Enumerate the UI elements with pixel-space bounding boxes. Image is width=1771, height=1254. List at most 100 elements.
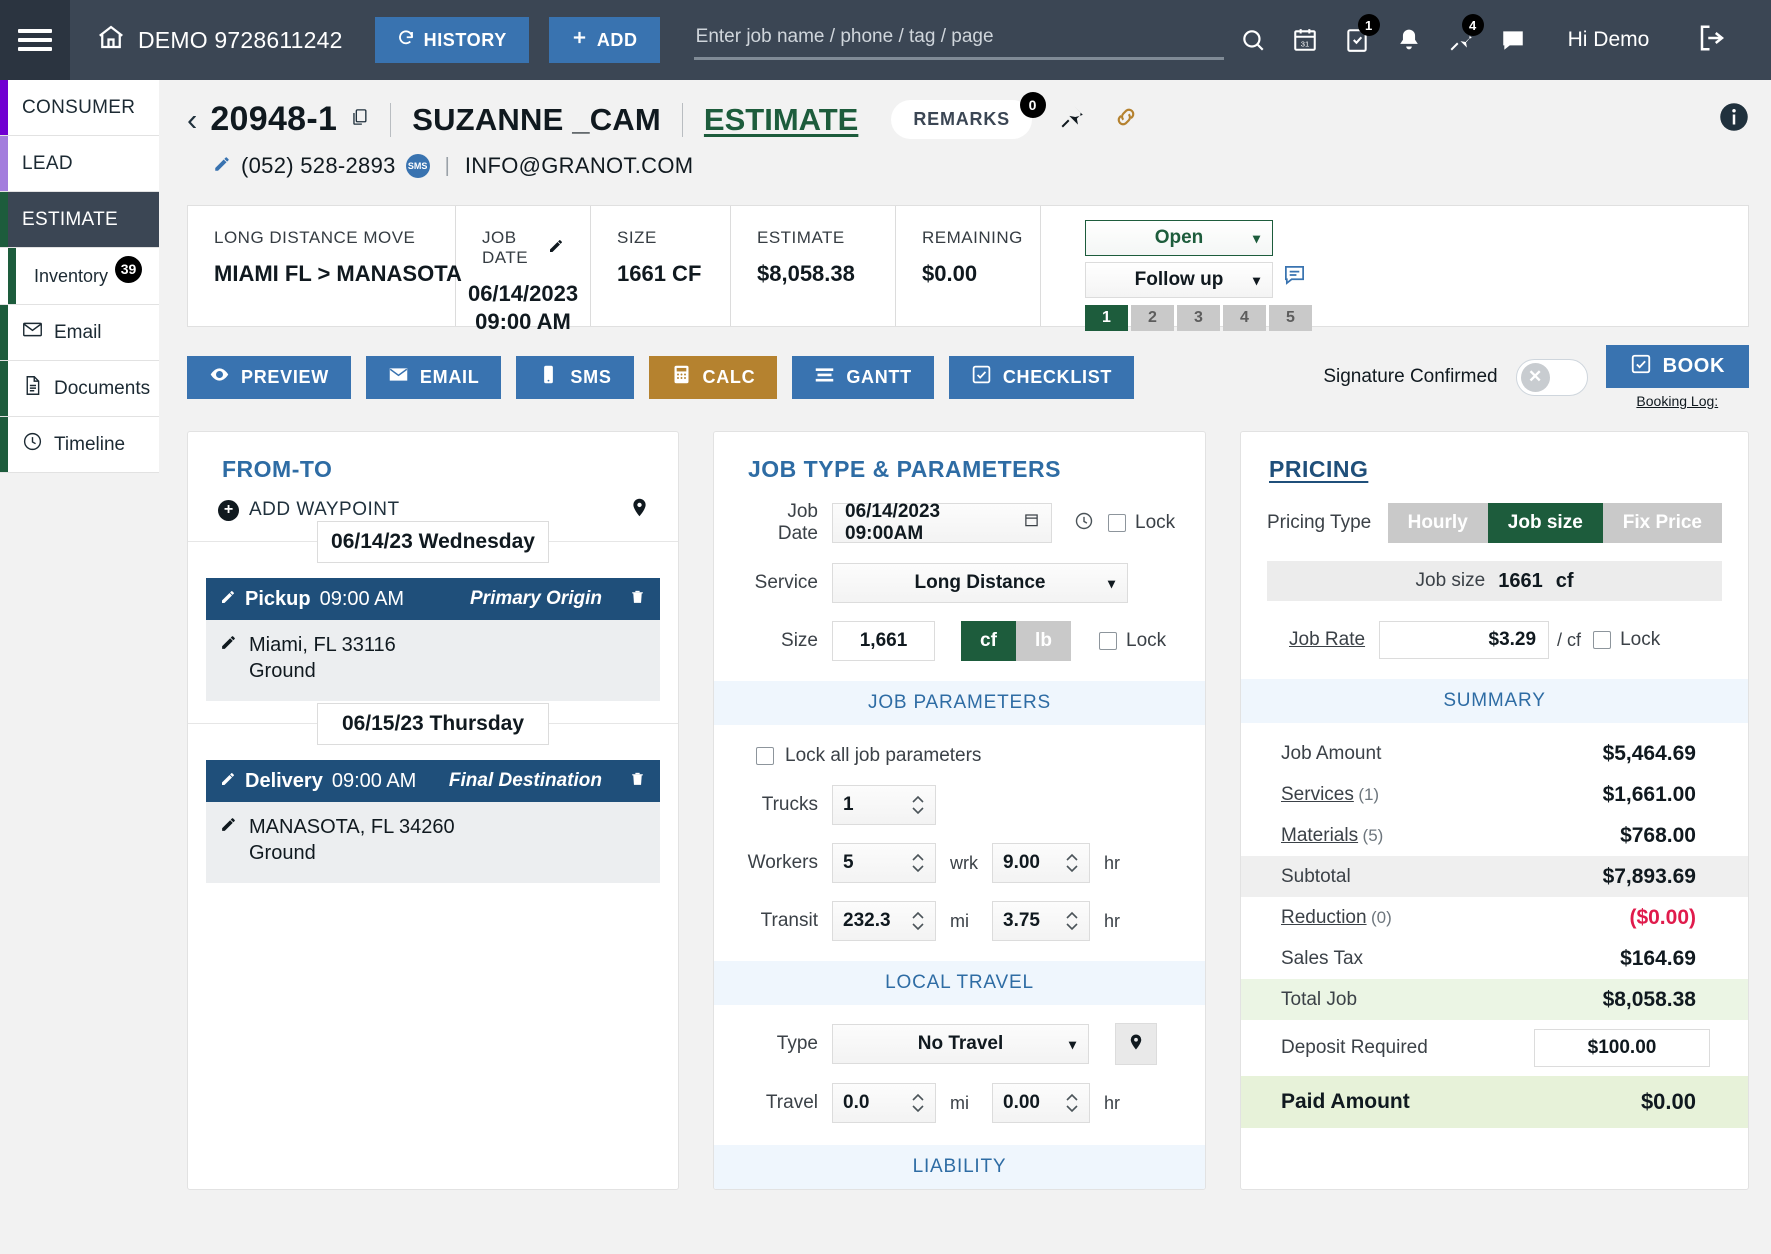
travel-label: Travel (765, 1092, 818, 1113)
stage-step-1[interactable]: 1 (1085, 305, 1128, 331)
job-rate-lock[interactable]: Lock (1593, 629, 1660, 651)
sidebar-item-consumer[interactable]: CONSUMER (0, 80, 159, 136)
stepper-arrows-icon[interactable] (1065, 1093, 1079, 1113)
unit-lb-button[interactable]: lb (1016, 621, 1071, 661)
calc-button[interactable]: CALC (648, 355, 778, 399)
stepper-arrows-icon[interactable] (1065, 853, 1079, 873)
status-select[interactable]: Open ▾ (1085, 220, 1273, 256)
clock-icon[interactable] (1074, 511, 1094, 536)
panels-row: FROM-TO + ADD WAYPOINT 06/14/23 Wednesda… (187, 431, 1749, 1190)
trucks-stepper[interactable]: 1 (832, 785, 936, 825)
tasks-icon[interactable]: 1 (1342, 14, 1380, 56)
edit-pencil-icon[interactable] (548, 238, 564, 259)
travel-miles-stepper[interactable]: 0.0 (832, 1083, 936, 1123)
job-rate-input[interactable]: $3.29 (1379, 621, 1550, 659)
stage-step-5[interactable]: 5 (1269, 305, 1312, 331)
stepper-arrows-icon[interactable] (911, 853, 925, 873)
tasks-badge: 1 (1357, 14, 1380, 36)
back-chevron-icon[interactable]: ‹ (187, 104, 197, 135)
link-icon[interactable] (1112, 104, 1140, 135)
unit-cf-button[interactable]: cf (961, 621, 1016, 661)
sidebar-item-timeline[interactable]: Timeline (0, 417, 159, 473)
stage-step-4[interactable]: 4 (1223, 305, 1266, 331)
stepper-arrows-icon[interactable] (911, 1093, 925, 1113)
travel-type-select[interactable]: No Travel ▾ (832, 1024, 1089, 1064)
add-waypoint-label[interactable]: ADD WAYPOINT (249, 499, 400, 521)
pricing-type-hourly[interactable]: Hourly (1387, 503, 1488, 543)
sms-chip-icon[interactable]: SMS (405, 154, 430, 178)
edit-pencil-icon[interactable] (220, 588, 236, 611)
followup-select[interactable]: Follow up ▾ (1085, 262, 1273, 298)
summary-value: $164.69 (1620, 946, 1696, 970)
preview-button[interactable]: PREVIEW (187, 355, 351, 399)
calendar-icon[interactable]: 31 (1290, 24, 1320, 56)
summary-label[interactable]: Reduction (1281, 907, 1367, 928)
sms-button[interactable]: SMS (516, 355, 634, 399)
summary-label[interactable]: Materials (1281, 825, 1358, 846)
job-date-lock[interactable]: Lock (1108, 512, 1175, 534)
copy-icon[interactable] (350, 106, 369, 133)
deposit-input[interactable]: $100.00 (1534, 1029, 1710, 1067)
workers-stepper[interactable]: 5 (832, 843, 936, 883)
service-select[interactable]: Long Distance ▾ (832, 563, 1128, 603)
edit-pencil-icon[interactable] (213, 155, 231, 178)
size-lock[interactable]: Lock (1099, 630, 1166, 652)
sidebar-item-label: Timeline (54, 433, 126, 455)
add-button[interactable]: ADD (548, 17, 660, 63)
trash-icon[interactable] (629, 587, 646, 612)
menu-toggle-button[interactable] (0, 0, 70, 80)
pin-icon[interactable]: 4 (1446, 14, 1484, 56)
transit-stepper[interactable]: 232.3 (832, 901, 936, 941)
sidebar-item-email[interactable]: Email (0, 305, 159, 361)
edit-pencil-icon[interactable] (220, 634, 237, 657)
edit-pencil-icon[interactable] (220, 816, 237, 839)
size-input[interactable]: 1,661 (832, 621, 935, 661)
pricing-type-fixprice[interactable]: Fix Price (1602, 503, 1722, 543)
stepper-arrows-icon[interactable] (1065, 911, 1079, 931)
hamburger-icon (18, 24, 52, 56)
email-button[interactable]: EMAIL (365, 355, 502, 399)
travel-map-button[interactable] (1115, 1023, 1157, 1065)
lock-all-parameters[interactable]: Lock all job parameters (714, 745, 1205, 767)
sidebar-item-lead[interactable]: LEAD (0, 136, 159, 192)
info-cell-status: Open ▾ Follow up ▾ 1 2 3 4 5 (1041, 206, 1748, 331)
book-button[interactable]: BOOK (1605, 345, 1749, 388)
remarks-button[interactable]: REMARKS 0 (891, 92, 1046, 139)
search-icon[interactable] (1238, 24, 1268, 56)
pin-badge: 4 (1461, 14, 1484, 36)
info-icon[interactable] (1719, 102, 1749, 137)
stepper-arrows-icon[interactable] (911, 911, 925, 931)
travel-hours-stepper[interactable]: 0.00 (992, 1083, 1090, 1123)
job-rate-label[interactable]: Job Rate (1289, 629, 1365, 651)
bell-icon[interactable] (1394, 24, 1424, 56)
trucks-value: 1 (843, 794, 854, 815)
estimate-stage-link[interactable]: ESTIMATE (704, 102, 858, 138)
sidebar-item-estimate[interactable]: ESTIMATE (0, 192, 159, 248)
transit-hours-stepper[interactable]: 3.75 (992, 901, 1090, 941)
chat-icon[interactable] (1498, 24, 1528, 56)
edit-pencil-icon[interactable] (220, 770, 236, 793)
trash-icon[interactable] (629, 769, 646, 794)
stepper-arrows-icon[interactable] (911, 795, 925, 815)
workers-hours-stepper[interactable]: 9.00 (992, 843, 1090, 883)
sidebar-item-inventory[interactable]: Inventory 39 (0, 248, 159, 305)
pricing-type-jobsize[interactable]: Job size (1487, 503, 1603, 543)
logout-icon[interactable] (1697, 23, 1727, 58)
map-marker-icon[interactable] (629, 495, 650, 525)
stage-step-3[interactable]: 3 (1177, 305, 1220, 331)
history-button[interactable]: HISTORY (374, 17, 529, 63)
sidebar-item-documents[interactable]: Documents (0, 361, 159, 417)
search-input[interactable] (693, 20, 1224, 60)
brand-home[interactable]: DEMO 9728611242 (96, 22, 343, 58)
plus-circle-icon[interactable]: + (218, 499, 239, 521)
note-chat-icon[interactable] (1283, 263, 1306, 291)
summary-label[interactable]: Services (1281, 784, 1354, 805)
gantt-button[interactable]: GANTT (792, 355, 934, 399)
pin-icon[interactable] (1059, 104, 1085, 135)
job-date-input[interactable]: 06/14/2023 09:00AM (832, 501, 1052, 544)
pricing-title[interactable]: PRICING (1241, 432, 1748, 483)
stage-step-2[interactable]: 2 (1131, 305, 1174, 331)
booking-log-link[interactable]: Booking Log: (1636, 393, 1718, 409)
checklist-button[interactable]: CHECKLIST (948, 355, 1135, 399)
signature-toggle[interactable]: ✕ (1515, 358, 1588, 396)
